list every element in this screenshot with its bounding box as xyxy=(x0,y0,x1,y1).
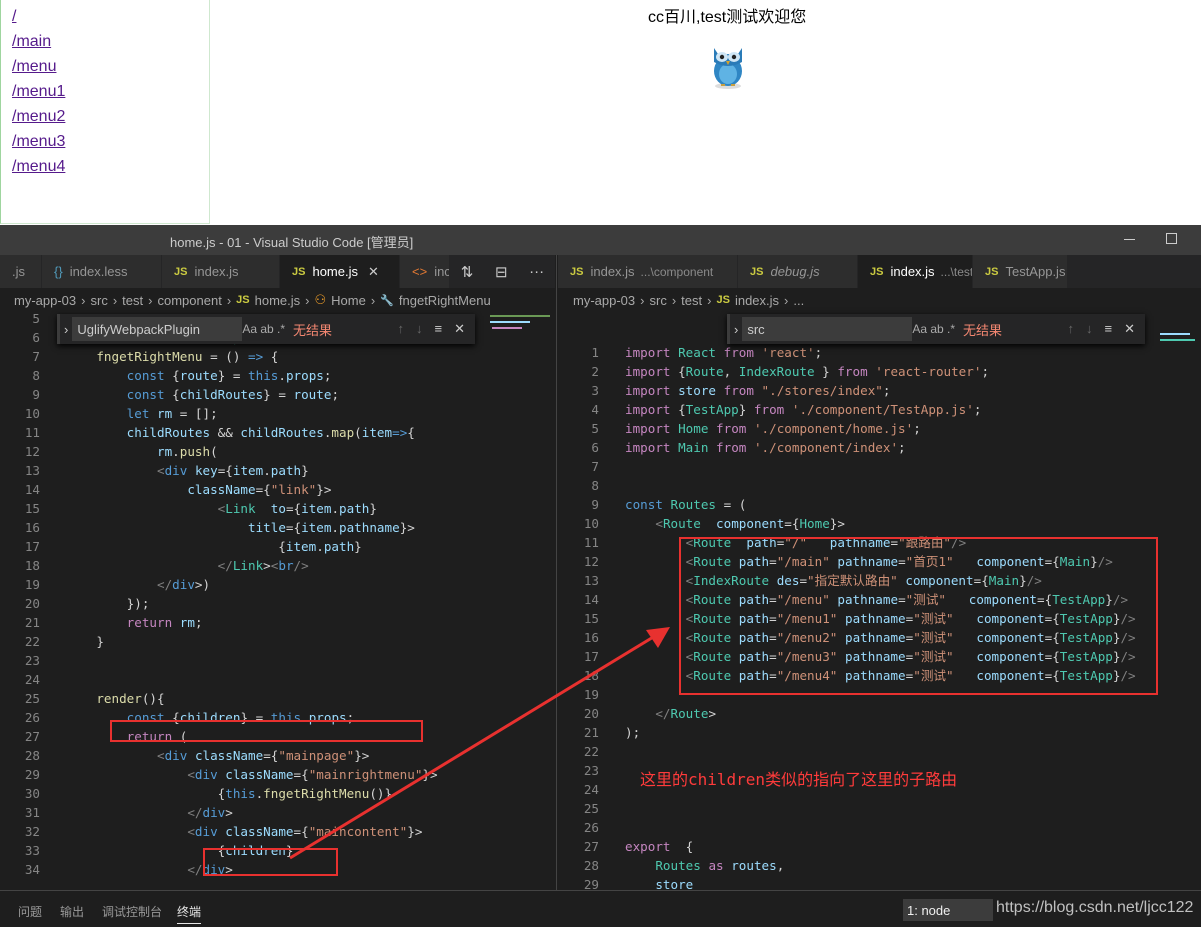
annotation-arrow xyxy=(289,627,670,860)
